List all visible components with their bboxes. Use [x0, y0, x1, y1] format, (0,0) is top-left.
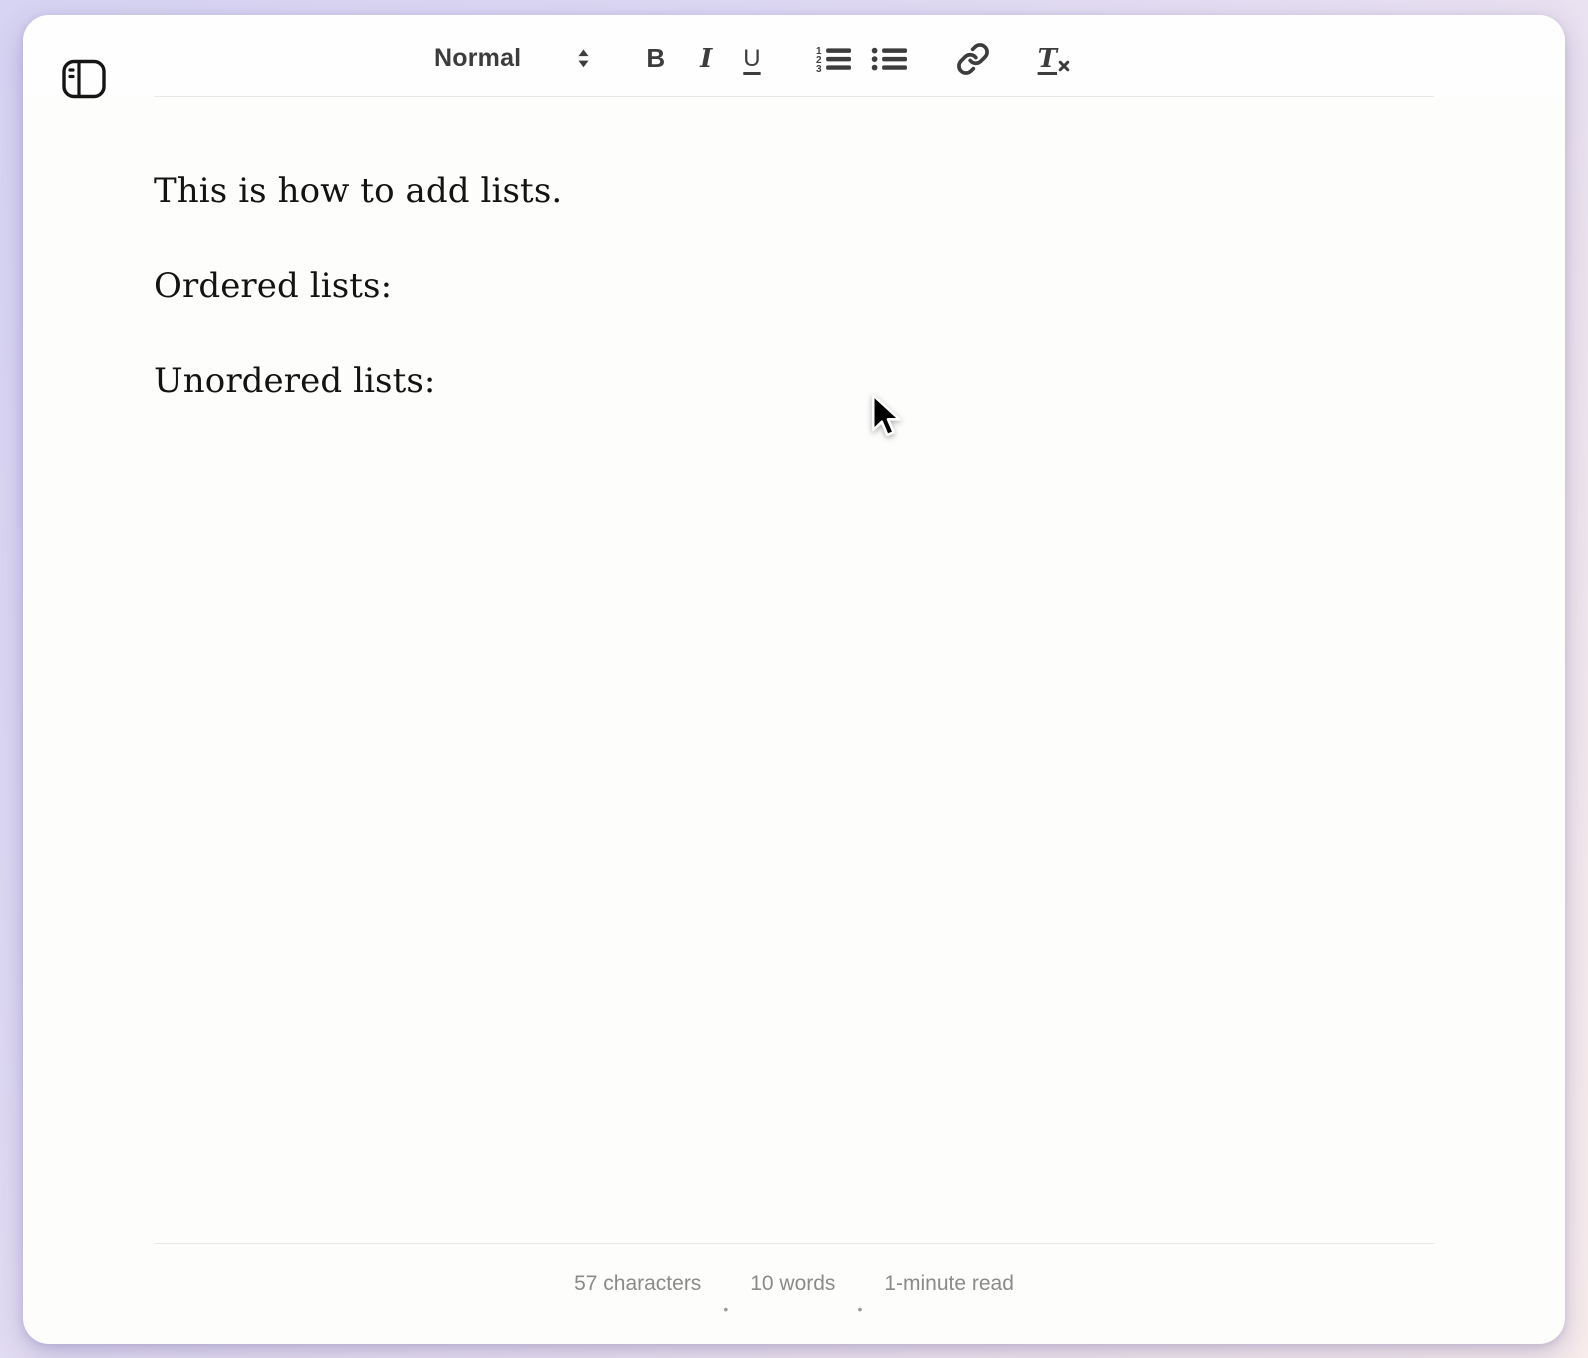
paragraph-style-value: Normal [434, 44, 522, 72]
ordered-list-button[interactable]: 1 2 3 [815, 45, 851, 73]
link-button[interactable] [956, 42, 990, 76]
paragraph: This is how to add lists. [154, 171, 563, 211]
sidebar-toggle-icon [62, 59, 106, 99]
read-time: 1-minute read [884, 1272, 1014, 1295]
italic-button[interactable]: I [700, 44, 712, 74]
underline-label: U [743, 44, 761, 72]
link-icon [956, 42, 989, 75]
clear-formatting-button[interactable]: T [1038, 46, 1070, 72]
toolbar: Normal B I U 1 2 3 T [23, 15, 1565, 97]
italic-label: I [700, 43, 713, 74]
editor-content[interactable]: This is how to add lists. Ordered lists:… [23, 97, 1565, 1243]
editor-window: Normal B I U 1 2 3 T This is how to add … [23, 15, 1565, 1344]
bullet-list-icon [871, 47, 907, 70]
desktop-background: Normal B I U 1 2 3 T This is how to add … [0, 0, 1588, 1358]
chevron-up-down-icon [577, 49, 590, 68]
word-count: 10 words [750, 1272, 836, 1295]
separator-dot: • [857, 1301, 863, 1317]
paragraph: Ordered lists: [154, 265, 393, 306]
sidebar-toggle-button[interactable] [60, 57, 108, 101]
underline-button[interactable]: U [743, 45, 760, 73]
clear-formatting-icon: T [1038, 46, 1070, 72]
document-body: This is how to add lists. Ordered lists:… [154, 97, 1434, 405]
status-bar: 57 characters • 10 words • 1-minute read [23, 1243, 1565, 1344]
toolbar-row: Normal B I U 1 2 3 T [154, 15, 1434, 97]
ordered-list-icon: 1 2 3 [816, 46, 851, 73]
status-row: 57 characters • 10 words • 1-minute read [154, 1243, 1434, 1344]
svg-text:3: 3 [816, 63, 822, 72]
bold-label: B [646, 43, 666, 73]
separator-dot: • [723, 1301, 729, 1317]
character-count: 57 characters [574, 1272, 702, 1295]
bullet-list-button[interactable] [871, 45, 907, 73]
small-x-icon [1058, 60, 1070, 71]
bold-button[interactable]: B [646, 43, 665, 74]
paragraph: Unordered lists: [154, 360, 436, 401]
paragraph-style-dropdown[interactable]: Normal [434, 44, 590, 73]
